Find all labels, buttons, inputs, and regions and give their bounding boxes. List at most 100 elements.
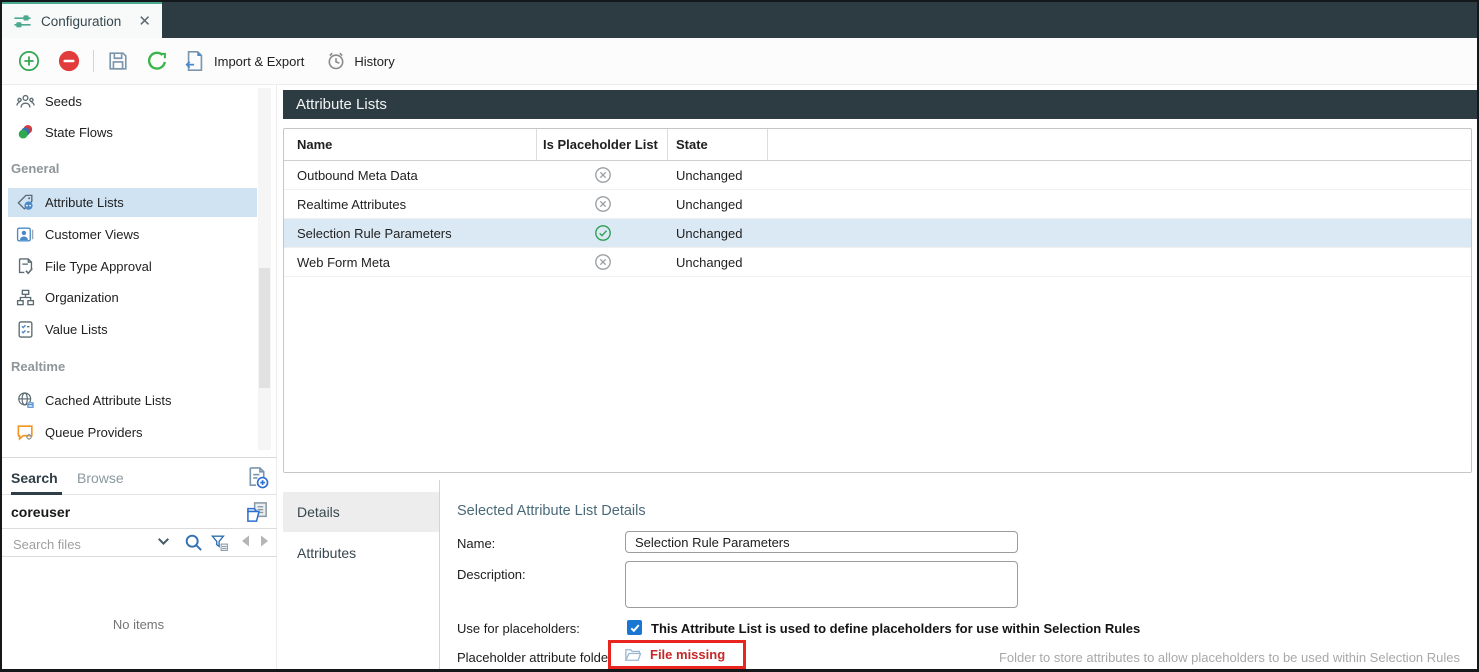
tab-strip: Configuration ✕ <box>0 0 1479 38</box>
tab-attributes-label: Attributes <box>297 545 356 561</box>
placeholder-folder-hint: Folder to store attributes to allow plac… <box>999 650 1460 665</box>
attribute-lists-table: Name Is Placeholder List State Outbound … <box>283 128 1472 473</box>
table-row[interactable]: Realtime Attributes Unchanged <box>284 190 1471 219</box>
org-chart-icon <box>16 288 35 307</box>
sidebar-item-label: Value Lists <box>45 322 108 337</box>
cell-name: Web Form Meta <box>284 255 537 270</box>
person-card-icon <box>16 225 35 244</box>
sidebar-item-cached-attribute-lists[interactable]: Cached Attribute Lists <box>0 386 257 414</box>
sidebar-item-label: Organization <box>45 290 119 305</box>
sidebar-item-queue-providers[interactable]: Queue Providers <box>0 418 257 446</box>
table-row[interactable]: Selection Rule Parameters Unchanged <box>284 219 1471 248</box>
use-for-placeholders-label: Use for placeholders: <box>457 621 580 636</box>
description-field-label: Description: <box>457 567 526 582</box>
column-header-empty <box>768 129 1471 160</box>
cell-is-placeholder <box>537 166 668 184</box>
sidebar-item-customer-views[interactable]: Customer Views <box>0 220 257 248</box>
cross-circle-icon <box>594 253 612 271</box>
document-check-icon <box>16 257 35 276</box>
placeholder-folder-label: Placeholder attribute folder: <box>457 650 616 665</box>
sidebar-item-label: File Type Approval <box>45 259 152 274</box>
history-button[interactable]: History <box>326 51 394 71</box>
sidebar-item-value-lists[interactable]: Value Lists <box>0 315 257 343</box>
tab-configuration[interactable]: Configuration ✕ <box>2 0 162 38</box>
cell-state: Unchanged <box>668 197 768 212</box>
scrollbar-thumb[interactable] <box>259 268 270 388</box>
sidebar-item-file-type-approval[interactable]: File Type Approval <box>0 252 257 280</box>
table-row[interactable]: Outbound Meta Data Unchanged <box>284 161 1471 190</box>
check-circle-icon <box>594 224 612 242</box>
search-files-row <box>0 530 277 557</box>
history-label: History <box>354 54 394 69</box>
sidebar-item-attribute-lists[interactable]: Attribute Lists <box>8 188 257 217</box>
cell-state: Unchanged <box>668 226 768 241</box>
open-folder-icon <box>624 646 642 664</box>
chat-bubble-gear-icon <box>16 423 35 442</box>
use-for-placeholders-text: This Attribute List is used to define pl… <box>651 621 1140 636</box>
sidebar-section-general: General <box>11 161 59 176</box>
cross-circle-icon <box>594 166 612 184</box>
import-export-label: Import & Export <box>214 54 304 69</box>
cell-name: Selection Rule Parameters <box>284 226 537 241</box>
column-header-is-placeholder-list[interactable]: Is Placeholder List <box>537 129 668 160</box>
sidebar-item-label: Queue Providers <box>45 425 143 440</box>
folder-copy-icon[interactable] <box>246 501 269 524</box>
table-header-row: Name Is Placeholder List State <box>284 129 1471 161</box>
cross-circle-icon <box>594 195 612 213</box>
history-clock-icon <box>326 51 346 71</box>
sidebar-item-label: State Flows <box>45 125 113 140</box>
sidebar-item-state-flows[interactable]: State Flows <box>0 118 257 146</box>
empty-results-text: No items <box>0 617 277 632</box>
prev-arrow-icon[interactable] <box>238 533 257 552</box>
toolbar: Import & Export History <box>0 38 1479 85</box>
checklist-icon <box>16 320 35 339</box>
name-field[interactable] <box>625 531 1018 553</box>
cell-name: Realtime Attributes <box>284 197 537 212</box>
panel-title: Attribute Lists <box>296 96 387 113</box>
remove-button[interactable] <box>58 50 80 72</box>
sidebar-item-label: Customer Views <box>45 227 139 242</box>
description-field[interactable] <box>625 561 1018 608</box>
column-header-state[interactable]: State <box>668 129 768 160</box>
add-button[interactable] <box>18 50 40 72</box>
filter-funnel-icon[interactable] <box>210 533 229 552</box>
toolbar-divider <box>93 50 94 72</box>
search-files-input[interactable] <box>11 533 150 555</box>
refresh-button[interactable] <box>146 50 168 72</box>
profile-row: coreuser <box>0 496 277 529</box>
new-list-icon[interactable] <box>246 466 269 489</box>
save-button[interactable] <box>107 50 129 72</box>
placeholder-folder-picker[interactable]: File missing <box>608 640 746 669</box>
sidebar-item-label: Attribute Lists <box>45 195 124 210</box>
people-group-icon <box>16 92 35 111</box>
sidebar-item-seeds[interactable]: Seeds <box>0 87 257 115</box>
search-icon[interactable] <box>184 533 203 552</box>
tag-icon <box>16 193 35 212</box>
cell-is-placeholder <box>537 224 668 242</box>
folder-missing-text: File missing <box>650 647 725 662</box>
next-arrow-icon[interactable] <box>256 533 275 552</box>
search-browse-tabs: Search Browse <box>0 461 277 495</box>
tab-browse[interactable]: Browse <box>77 470 124 486</box>
tab-attributes[interactable]: Attributes <box>283 533 439 573</box>
cell-is-placeholder <box>537 253 668 271</box>
sidebar-item-label: Seeds <box>45 94 82 109</box>
cell-name: Outbound Meta Data <box>284 168 537 183</box>
sidebar-item-organization[interactable]: Organization <box>0 283 257 311</box>
import-export-button[interactable]: Import & Export <box>184 50 304 72</box>
close-icon[interactable]: ✕ <box>138 14 151 29</box>
sidebar-scrollbar[interactable] <box>258 88 271 450</box>
sidebar-item-label: Cached Attribute Lists <box>45 393 171 408</box>
details-title: Selected Attribute List Details <box>457 503 646 519</box>
table-row[interactable]: Web Form Meta Unchanged <box>284 248 1471 277</box>
tab-label: Configuration <box>41 14 121 29</box>
column-header-name[interactable]: Name <box>284 129 537 160</box>
name-field-label: Name: <box>457 536 495 551</box>
use-for-placeholders-checkbox[interactable] <box>627 620 642 635</box>
sliders-icon <box>13 12 32 31</box>
active-tab-underline <box>11 492 62 495</box>
tab-details[interactable]: Details <box>283 492 439 532</box>
tab-search[interactable]: Search <box>11 470 58 486</box>
state-flows-icon <box>16 123 35 142</box>
chevron-down-icon[interactable] <box>155 533 174 552</box>
